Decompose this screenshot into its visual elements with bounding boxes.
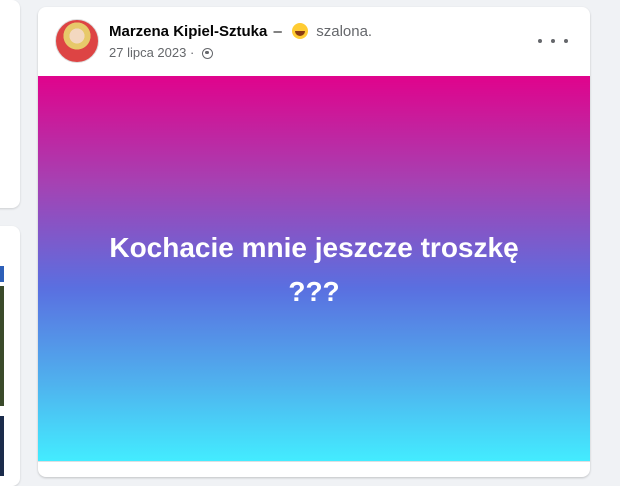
sidebar-image-strip [0, 286, 4, 406]
dot-icon [564, 39, 568, 43]
post-text-background: Kochacie mnie jeszcze troszkę ??? [38, 76, 590, 461]
post-card: Marzena Kipiel-Sztuka – szalona. 27 lipc… [38, 7, 590, 477]
post-text: Kochacie mnie jeszcze troszkę ??? [38, 226, 590, 314]
sidebar-image-strip [0, 266, 4, 282]
author-avatar[interactable] [55, 19, 99, 63]
post-header: Marzena Kipiel-Sztuka – szalona. [109, 23, 372, 40]
post-meta: 27 lipca 2023 · [109, 45, 213, 60]
post-text-line-1: Kochacie mnie jeszcze troszkę [109, 232, 519, 263]
dot-icon [551, 39, 555, 43]
post-footer-divider [38, 461, 590, 462]
globe-icon[interactable] [201, 48, 213, 59]
left-sidebar-card [0, 0, 20, 208]
meta-separator: · [189, 45, 195, 60]
post-text-line-2: ??? [288, 276, 340, 307]
more-options-button[interactable] [538, 31, 568, 51]
header-separator: – [273, 23, 282, 40]
author-name[interactable]: Marzena Kipiel-Sztuka [109, 23, 267, 40]
sidebar-image-strip [0, 416, 4, 476]
left-sidebar-card-lower [0, 226, 20, 486]
feeling-text: szalona. [316, 23, 373, 40]
post-date[interactable]: 27 lipca 2023 [109, 45, 186, 60]
dot-icon [538, 39, 542, 43]
grinning-face-emoji-icon [292, 23, 309, 39]
